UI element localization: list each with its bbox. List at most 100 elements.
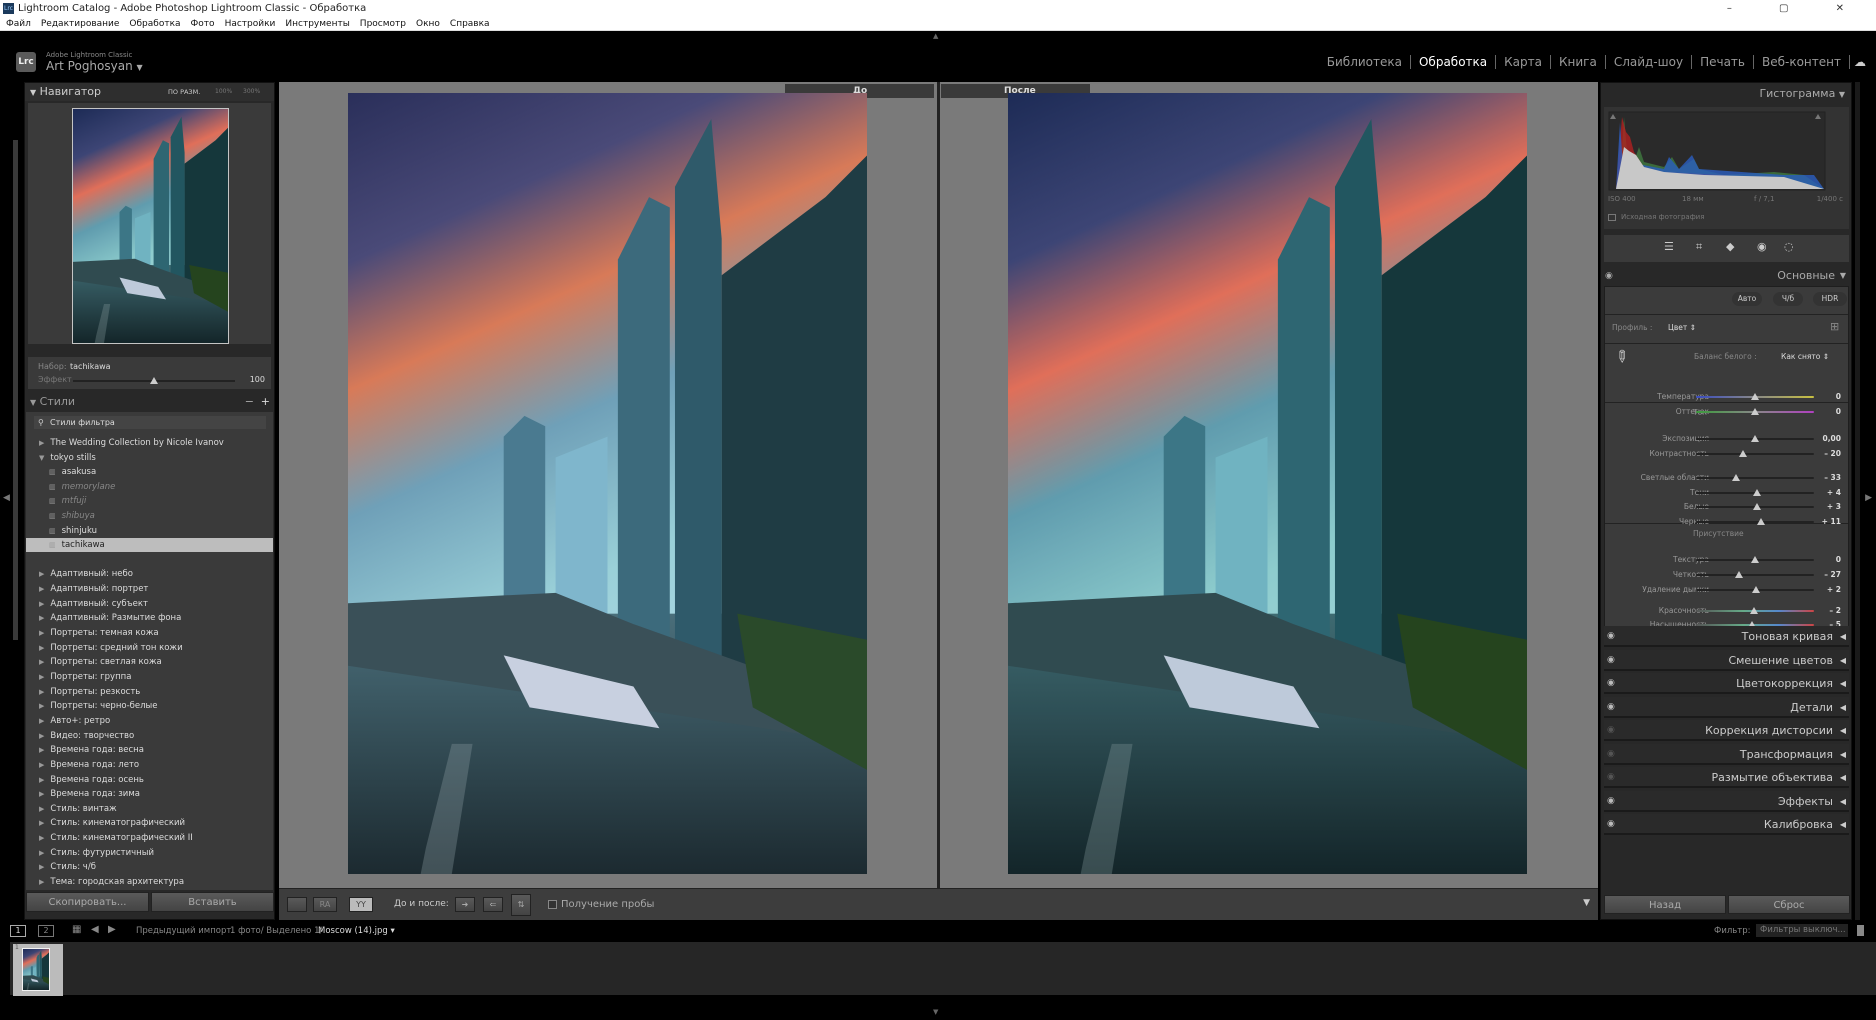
panel-header[interactable]: ◉ Калибровка ◀ bbox=[1604, 814, 1849, 835]
slider-value[interactable]: 0 bbox=[1836, 555, 1841, 564]
reset-button[interactable]: Сброс bbox=[1728, 895, 1850, 914]
eye-icon[interactable]: ◉ bbox=[1605, 267, 1613, 285]
preset-group[interactable]: ▶ Портреты: резкость bbox=[26, 685, 273, 699]
eye-icon[interactable]: ◉ bbox=[1607, 814, 1615, 835]
slider-track[interactable] bbox=[1696, 503, 1814, 510]
menu-item[interactable]: Фото bbox=[191, 17, 215, 30]
copy-after-to-before-icon[interactable]: ⇐ bbox=[483, 897, 503, 912]
filmstrip-thumbnail[interactable]: 1 bbox=[13, 944, 63, 996]
previous-button[interactable]: Назад bbox=[1604, 895, 1726, 914]
preset-group[interactable]: ▶ Стиль: винтаж bbox=[26, 802, 273, 816]
slider-knob[interactable] bbox=[1731, 474, 1740, 481]
after-pane[interactable]: После bbox=[940, 82, 1598, 888]
panel-header[interactable]: ◉ Эффекты ◀ bbox=[1604, 790, 1849, 812]
panel-header[interactable]: ◉ Размытие объектива ◀ bbox=[1604, 767, 1849, 788]
preset-item[interactable]: ▥ memorylane bbox=[26, 480, 273, 494]
slider-knob[interactable] bbox=[1735, 571, 1744, 578]
copy-before-to-after-icon[interactable]: ➜ bbox=[455, 897, 475, 912]
slider-value[interactable]: – 20 bbox=[1824, 449, 1841, 458]
preset-group[interactable]: ▶ Стиль: кинематографический bbox=[26, 816, 273, 830]
panel-header[interactable]: ◉ Детали ◀ bbox=[1604, 696, 1849, 718]
navigator-header[interactable]: ▼ Навигатор ПО РАЗМ. 100% 300% bbox=[25, 83, 274, 101]
main-window-button[interactable]: 1 bbox=[10, 925, 26, 937]
slider-track[interactable] bbox=[1696, 586, 1814, 593]
slider-track[interactable] bbox=[1696, 489, 1814, 496]
module-tab[interactable]: Карта bbox=[1496, 55, 1551, 69]
effect-slider[interactable] bbox=[73, 377, 235, 384]
zoom-fit-option[interactable]: ПО РАЗМ. bbox=[168, 83, 200, 101]
slider-value[interactable]: 0,00 bbox=[1822, 434, 1841, 443]
slider-value[interactable]: – 2 bbox=[1829, 606, 1841, 615]
panel-header[interactable]: ◉ Смешение цветов ◀ bbox=[1604, 649, 1849, 671]
toolbar-menu-icon[interactable]: ▼ bbox=[1583, 898, 1590, 908]
slider-value[interactable]: – 27 bbox=[1824, 570, 1841, 579]
preset-group[interactable]: ▶ Тема: городская архитектура bbox=[26, 875, 273, 889]
before-after-lr-icon[interactable]: RA bbox=[313, 897, 337, 912]
slider-knob[interactable] bbox=[1751, 408, 1759, 415]
forward-arrow-icon[interactable]: ▶ bbox=[108, 924, 116, 935]
eye-icon[interactable]: ◉ bbox=[1607, 650, 1615, 671]
remove-preset-icon[interactable]: − bbox=[245, 393, 254, 411]
red-eye-icon[interactable]: ◉ bbox=[1757, 240, 1767, 253]
slider-knob[interactable] bbox=[1751, 393, 1759, 400]
preset-group[interactable]: ▶ Портреты: черно-белые bbox=[26, 699, 273, 713]
slider-knob[interactable] bbox=[1739, 450, 1748, 457]
preset-group[interactable]: ▶ The Wedding Collection by Nicole Ivanov bbox=[26, 436, 273, 450]
slider-track[interactable] bbox=[1696, 408, 1814, 415]
preset-group[interactable]: ▶ Стиль: футуристичный bbox=[26, 846, 273, 860]
menu-item[interactable]: Редактирование bbox=[41, 17, 120, 30]
edit-sliders-icon[interactable]: ☰ bbox=[1664, 240, 1674, 253]
chevron-down-icon[interactable]: ▼ bbox=[137, 63, 143, 72]
menu-item[interactable]: Файл bbox=[6, 17, 31, 30]
top-panel-toggle-icon[interactable]: ▲ bbox=[933, 32, 938, 40]
slider-value[interactable]: 0 bbox=[1836, 392, 1841, 401]
module-tab[interactable]: Печать bbox=[1692, 55, 1754, 69]
wb-select[interactable]: Как снято ⇕ bbox=[1781, 352, 1829, 361]
module-tab[interactable]: Слайд-шоу bbox=[1606, 55, 1693, 69]
preset-group[interactable]: ▶ Портреты: темная кожа bbox=[26, 626, 273, 640]
user-name[interactable]: Art Poghosyan ▼ bbox=[46, 59, 143, 73]
preset-group[interactable]: ▶ Адаптивный: небо bbox=[26, 567, 273, 581]
module-tab[interactable]: Библиотека bbox=[1319, 55, 1411, 69]
preset-group[interactable]: ▶ Времена года: зима bbox=[26, 787, 273, 801]
swap-before-after-icon[interactable]: ⇅ bbox=[511, 894, 531, 916]
bw-button[interactable]: Ч/б bbox=[1773, 292, 1803, 306]
preset-group[interactable]: ▶ Авто+: ретро bbox=[26, 714, 273, 728]
preset-group[interactable]: ▶ Адаптивный: субъект bbox=[26, 597, 273, 611]
slider-knob[interactable] bbox=[1752, 586, 1761, 593]
slider-track[interactable] bbox=[1696, 607, 1814, 614]
preset-item[interactable]: ▥ mtfuji bbox=[26, 494, 273, 508]
slider-knob[interactable] bbox=[1751, 435, 1759, 442]
slider-knob[interactable] bbox=[1751, 556, 1759, 563]
slider-knob[interactable] bbox=[1749, 607, 1758, 614]
profile-browser-icon[interactable]: ⊞ bbox=[1830, 320, 1839, 333]
preset-group[interactable]: ▶ Времена года: осень bbox=[26, 773, 273, 787]
back-arrow-icon[interactable]: ◀ bbox=[91, 924, 99, 935]
white-balance-eyedropper-icon[interactable]: ✎ bbox=[1610, 345, 1633, 368]
navigator-preview[interactable] bbox=[28, 103, 271, 344]
eye-icon[interactable]: ◉ bbox=[1607, 720, 1615, 741]
histogram[interactable]: ISO 400 18 мм f / 7,1 1/400 с Исходная ф… bbox=[1604, 107, 1849, 229]
slider-track[interactable] bbox=[1696, 556, 1814, 563]
slider-knob[interactable] bbox=[1757, 518, 1766, 525]
eye-icon[interactable]: ◉ bbox=[1607, 791, 1615, 812]
histogram-header[interactable]: Гистограмма ▼ bbox=[1759, 85, 1845, 103]
auto-button[interactable]: Авто bbox=[1732, 292, 1762, 306]
filmstrip-filename[interactable]: Moscow (14).jpg ▾ bbox=[318, 926, 395, 936]
preset-group[interactable]: ▶ Адаптивный: портрет bbox=[26, 582, 273, 596]
slider-value[interactable]: 0 bbox=[1836, 407, 1841, 416]
crop-icon[interactable]: ⌗ bbox=[1696, 240, 1702, 254]
preset-item[interactable]: ▥ shinjuku bbox=[26, 524, 273, 538]
filter-lock-icon[interactable] bbox=[1857, 925, 1864, 936]
filmstrip-source[interactable]: Предыдущий импорт bbox=[136, 926, 231, 936]
original-photo-checkbox[interactable] bbox=[1608, 214, 1616, 221]
healing-eraser-icon[interactable]: ◆ bbox=[1726, 240, 1734, 253]
module-tab[interactable]: Обработка bbox=[1411, 55, 1497, 69]
menu-item[interactable]: Просмотр bbox=[360, 17, 406, 30]
preset-item[interactable]: ▥ asakusa bbox=[26, 465, 273, 479]
menu-item[interactable]: Справка bbox=[450, 17, 490, 30]
right-scrollbar[interactable] bbox=[1855, 82, 1860, 920]
slider-track[interactable] bbox=[1696, 518, 1814, 525]
slider-value[interactable]: – 33 bbox=[1824, 473, 1841, 482]
preset-group[interactable]: ▶ Портреты: светлая кожа bbox=[26, 655, 273, 669]
